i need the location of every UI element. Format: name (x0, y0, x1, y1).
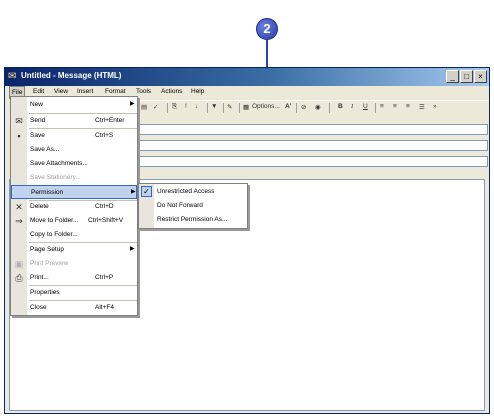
subject-field[interactable] (136, 156, 488, 167)
options-icon[interactable]: ▦ (243, 103, 249, 111)
italic-icon[interactable]: I (351, 103, 353, 110)
menu-item-copy-to-folder[interactable]: Copy to Folder... (11, 228, 137, 242)
bold-icon[interactable]: B (338, 103, 343, 110)
menu-item-print-preview: ▣ Print Preview (11, 257, 137, 271)
toolbar: ▤ ✓ ⎘ ! ↓ ▼ ✎ ▦ Options... A' ⊘ ◉ B I U … (135, 100, 489, 114)
menu-item-label: Close (30, 304, 47, 311)
toolbar-separator (223, 103, 224, 113)
toolbar-separator (375, 103, 376, 113)
file-menu: New ▶ ✉ Send Ctrl+Enter ▪ Save Ctrl+S Sa… (10, 96, 138, 316)
toolbar-separator (207, 103, 208, 113)
attach-icon[interactable]: ⎘ (172, 103, 177, 111)
menu-item-label: Send (30, 117, 46, 124)
font-size-icon[interactable]: A' (285, 103, 291, 110)
menu-item-new[interactable]: New ▶ (11, 98, 137, 112)
menu-view[interactable]: View (54, 88, 68, 95)
toolbar-separator (239, 103, 240, 113)
submenu-item-unrestricted-access[interactable]: ✓ Unrestricted Access (139, 185, 247, 199)
importance-low-icon[interactable]: ↓ (195, 103, 198, 110)
address-book-icon[interactable]: ▤ (141, 103, 147, 111)
menu-tools[interactable]: Tools (136, 88, 151, 95)
menu-format[interactable]: Format (105, 88, 126, 95)
menu-item-permission[interactable]: Permission ▶ (11, 185, 137, 199)
menu-item-properties[interactable]: Properties (11, 286, 137, 300)
menu-item-send[interactable]: ✉ Send Ctrl+Enter (11, 114, 137, 128)
options-button[interactable]: Options... (252, 103, 280, 110)
submenu-arrow-icon: ▶ (130, 246, 135, 252)
permission-icon[interactable]: ⊘ (301, 103, 306, 111)
menu-actions[interactable]: Actions (161, 88, 182, 95)
submenu-item-restrict-permission-as[interactable]: Restrict Permission As... (139, 213, 247, 227)
toolbar-separator (167, 103, 168, 113)
menu-item-label: Properties (30, 289, 60, 296)
submenu-arrow-icon: ▶ (131, 189, 136, 195)
menu-item-save[interactable]: ▪ Save Ctrl+S (11, 129, 137, 143)
maximize-button[interactable]: □ (460, 70, 473, 83)
menu-insert[interactable]: Insert (77, 88, 93, 95)
menu-help[interactable]: Help (191, 88, 204, 95)
menu-item-label: Save (30, 132, 45, 139)
check-names-icon[interactable]: ✓ (153, 103, 158, 111)
menu-item-delete[interactable]: ✕ Delete Ctrl+D (11, 200, 137, 214)
menu-item-save-attachments[interactable]: Save Attachments... (11, 157, 137, 171)
menu-item-label: Save Attachments... (30, 160, 88, 167)
menu-item-page-setup[interactable]: Page Setup ▶ (11, 243, 137, 257)
submenu-item-do-not-forward[interactable]: Do Not Forward (139, 199, 247, 213)
close-button[interactable]: × (474, 70, 487, 83)
envelope-icon: ✉ (8, 71, 17, 82)
menu-item-label: Page Setup (30, 246, 64, 253)
menu-item-shortcut: Ctrl+D (95, 203, 114, 210)
menu-item-move-to-folder[interactable]: ⇒ Move to Folder... Ctrl+Shift+V (11, 214, 137, 228)
menu-item-save-as[interactable]: Save As... (11, 143, 137, 157)
title-bar: ✉ Untitled - Message (HTML) _ □ × (5, 68, 489, 86)
menu-item-shortcut: Ctrl+S (95, 132, 114, 139)
menu-item-shortcut: Ctrl+P (95, 274, 114, 281)
checkmark-icon: ✓ (141, 186, 152, 197)
menu-item-save-stationery: Save Stationery... (11, 171, 137, 185)
align-center-icon[interactable]: ≡ (393, 103, 397, 110)
move-folder-icon: ⇒ (15, 216, 23, 226)
help-icon[interactable]: ◉ (315, 103, 321, 111)
submenu-item-label: Unrestricted Access (157, 188, 215, 195)
importance-high-icon[interactable]: ! (185, 103, 187, 110)
menu-item-label: Save As... (30, 146, 60, 153)
menu-item-label: New (30, 101, 44, 108)
underline-icon[interactable]: U (363, 103, 368, 110)
signature-icon[interactable]: ✎ (227, 103, 232, 111)
menu-edit[interactable]: Edit (33, 88, 44, 95)
menu-item-label: Move to Folder... (30, 217, 79, 224)
delete-x-icon: ✕ (15, 202, 23, 212)
more-buttons-icon[interactable]: » (433, 103, 437, 110)
menu-item-close[interactable]: Close Alt+F4 (11, 301, 137, 315)
menu-item-label: Print Preview (30, 260, 69, 267)
menu-item-label: Copy to Folder... (30, 231, 78, 238)
toolbar-separator (296, 103, 297, 113)
menu-item-label: Permission (31, 189, 64, 196)
to-field[interactable] (136, 124, 488, 135)
printer-icon: ⎙ (15, 273, 23, 283)
save-disk-icon: ▪ (17, 131, 21, 141)
toolbar-separator (329, 103, 330, 113)
permission-submenu: ✓ Unrestricted Access Do Not Forward Res… (138, 183, 248, 229)
callout-number-badge: 2 (256, 18, 278, 40)
menu-item-label: Print... (30, 274, 49, 281)
menu-item-shortcut: Alt+F4 (95, 304, 114, 311)
menu-item-label: Delete (30, 203, 49, 210)
menu-item-shortcut: Ctrl+Enter (95, 117, 125, 124)
menu-item-shortcut: Ctrl+Shift+V (88, 217, 124, 224)
send-icon: ✉ (15, 116, 23, 126)
cc-field[interactable] (136, 140, 488, 151)
menu-item-label: Save Stationery... (30, 174, 81, 181)
window-title: Untitled - Message (HTML) (21, 71, 122, 80)
minimize-button[interactable]: _ (446, 70, 459, 83)
bullets-icon[interactable]: ☰ (419, 103, 425, 111)
submenu-arrow-icon: ▶ (130, 101, 135, 107)
flag-icon[interactable]: ▼ (211, 103, 217, 110)
print-preview-icon: ▣ (14, 259, 24, 269)
align-left-icon[interactable]: ≡ (380, 103, 384, 110)
align-right-icon[interactable]: ≡ (406, 103, 410, 110)
menu-item-print[interactable]: ⎙ Print... Ctrl+P (11, 271, 137, 285)
submenu-item-label: Do Not Forward (157, 202, 203, 209)
submenu-item-label: Restrict Permission As... (157, 216, 228, 223)
